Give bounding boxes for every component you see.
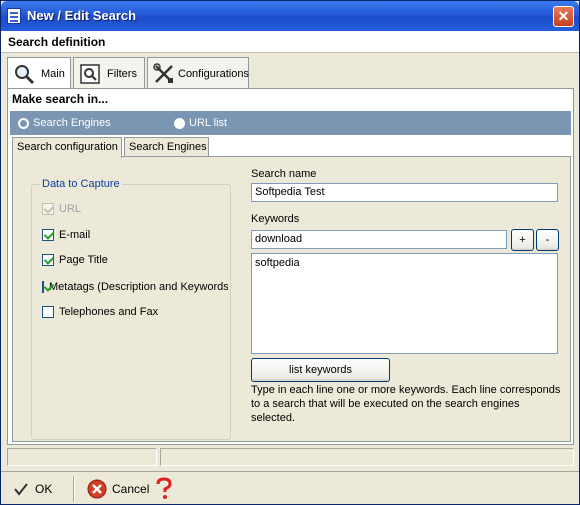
checkbox-metatags[interactable]: Metatags (Description and Keywords)	[42, 281, 228, 293]
radio-indicator	[174, 117, 185, 129]
status-cell-2	[160, 448, 574, 466]
checkbox-url-label: URL	[59, 203, 82, 215]
checkbox-telephones[interactable]: Telephones and Fax	[42, 306, 158, 318]
radio-indicator	[18, 117, 29, 129]
status-cell-1	[7, 448, 157, 466]
tab-search-engines[interactable]: Search Engines	[124, 137, 209, 157]
checkbox-indicator	[42, 254, 54, 266]
search-name-label: Search name	[251, 168, 317, 180]
checkbox-page-title[interactable]: Page Title	[42, 254, 108, 266]
remove-keyword-button[interactable]: -	[536, 229, 559, 251]
tab-configurations[interactable]: Configurations	[147, 57, 249, 89]
help-icon	[156, 477, 172, 499]
checkbox-indicator	[42, 229, 54, 241]
list-keywords-button[interactable]: list keywords	[251, 358, 390, 382]
ok-button-label: OK	[35, 482, 53, 496]
tab-search-configuration-label: Search configuration	[17, 141, 118, 153]
separator	[73, 476, 75, 502]
checkmark-icon	[14, 483, 28, 496]
tab-filters-label: Filters	[107, 68, 137, 80]
checkbox-indicator	[42, 306, 54, 318]
make-search-label: Make search in...	[12, 92, 109, 106]
group-title: Data to Capture	[40, 178, 122, 190]
tab-main-label: Main	[41, 68, 65, 80]
close-button[interactable]: ✕	[553, 6, 574, 27]
checkbox-telephones-label: Telephones and Fax	[59, 306, 159, 318]
keywords-label: Keywords	[251, 213, 300, 225]
cancel-button[interactable]: Cancel	[87, 477, 149, 501]
magnifier-icon	[15, 65, 35, 85]
radio-url-list-label: URL list	[189, 117, 228, 129]
header-band: Search definition	[1, 31, 579, 53]
title-bar[interactable]: New / Edit Search ✕	[1, 1, 579, 31]
search-source-band: Search Engines URL list	[10, 111, 571, 135]
checkbox-url[interactable]: URL	[42, 203, 81, 215]
checkbox-indicator	[42, 203, 54, 215]
tools-icon	[153, 63, 173, 83]
checkbox-email-label: E-mail	[59, 229, 91, 241]
main-tab-panel: Make search in... Search Engines URL lis…	[7, 88, 574, 445]
checkbox-indicator	[42, 281, 44, 293]
ok-button[interactable]: OK	[13, 477, 52, 501]
tab-filters[interactable]: Filters	[73, 57, 145, 89]
keywords-help-text: Type in each line one or more keywords. …	[251, 384, 561, 424]
radio-search-engines[interactable]: Search Engines	[18, 117, 111, 129]
tab-main[interactable]: Main	[7, 57, 71, 91]
keyword-input[interactable]: download	[251, 230, 507, 249]
keywords-list[interactable]: softpedia	[251, 253, 558, 354]
status-bar	[7, 448, 574, 466]
tab-search-engines-label: Search Engines	[129, 141, 207, 153]
radio-url-list[interactable]: URL list	[174, 117, 227, 129]
edit-search-window: New / Edit Search ✕ Search definition Ma…	[0, 0, 580, 505]
checkbox-page-title-label: Page Title	[59, 254, 108, 266]
filter-icon	[80, 64, 100, 84]
section-title: Search definition	[8, 35, 106, 49]
help-button[interactable]	[154, 477, 174, 501]
radio-search-engines-label: Search Engines	[33, 117, 111, 129]
app-icon	[7, 8, 21, 24]
search-name-input[interactable]: Softpedia Test	[251, 183, 558, 202]
window-title: New / Edit Search	[27, 8, 137, 23]
cancel-button-label: Cancel	[112, 482, 150, 496]
add-keyword-button[interactable]: +	[511, 229, 534, 251]
checkbox-email[interactable]: E-mail	[42, 229, 90, 241]
tab-configurations-label: Configurations	[178, 68, 249, 80]
search-configuration-panel: Data to Capture URL E-mail Page Title Me…	[12, 156, 571, 442]
cancel-icon	[87, 479, 107, 499]
button-bar: OK Cancel	[1, 471, 579, 504]
checkbox-metatags-label: Metatags (Description and Keywords)	[49, 281, 228, 293]
tab-search-configuration[interactable]: Search configuration	[12, 137, 122, 158]
data-to-capture-group: Data to Capture URL E-mail Page Title Me…	[31, 178, 231, 440]
